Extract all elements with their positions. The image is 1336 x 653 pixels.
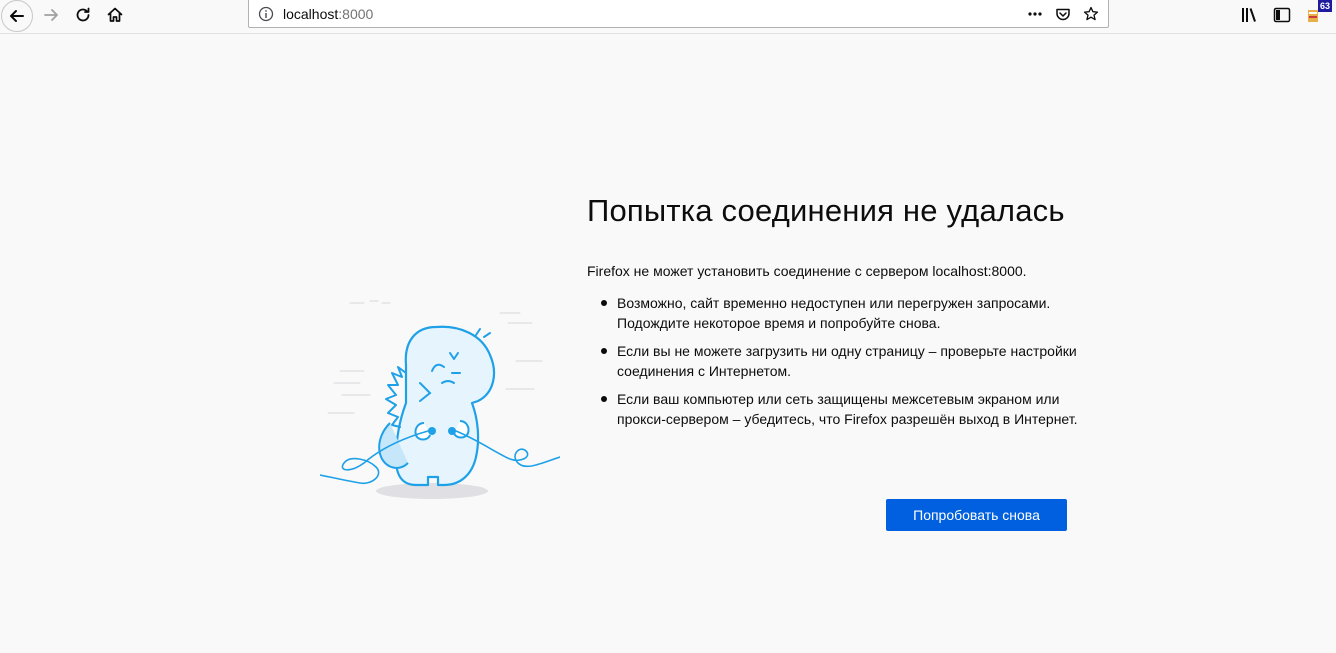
- pocket-icon: [1056, 8, 1070, 21]
- error-lead: Firefox не может установить соединение с…: [587, 263, 1027, 279]
- try-again-button[interactable]: Попробовать снова: [886, 499, 1067, 531]
- dinosaur-unplugged-illustration: [320, 300, 560, 499]
- reload-button[interactable]: [67, 1, 99, 29]
- error-tip: Возможно, сайт временно недоступен или п…: [601, 293, 1097, 333]
- page-actions-button[interactable]: [1024, 4, 1046, 24]
- sidebar-icon: [1273, 7, 1291, 23]
- sidebar-button[interactable]: [1270, 4, 1294, 26]
- page-actions: [1024, 4, 1102, 24]
- pocket-button[interactable]: [1052, 4, 1074, 24]
- url-host: localhost: [283, 6, 339, 22]
- info-icon[interactable]: [258, 6, 274, 22]
- error-tips-list: Возможно, сайт временно недоступен или п…: [599, 293, 1097, 437]
- addon-badge: 63: [1317, 0, 1332, 12]
- reload-icon: [76, 7, 90, 22]
- bookmark-button[interactable]: [1080, 4, 1102, 24]
- url-text[interactable]: localhost:8000: [283, 6, 373, 22]
- bullet-icon: [601, 300, 607, 306]
- error-tip-text: Если ваш компьютер или сеть защищены меж…: [617, 391, 1078, 427]
- home-icon: [107, 7, 123, 22]
- error-tip: Если ваш компьютер или сеть защищены меж…: [601, 389, 1097, 429]
- forward-button[interactable]: [35, 1, 67, 29]
- more-dots-icon: [1028, 12, 1042, 16]
- home-button[interactable]: [99, 1, 131, 29]
- star-icon: [1083, 6, 1099, 21]
- browser-toolbar: localhost:8000 63: [0, 0, 1336, 34]
- arrow-right-icon: [44, 9, 58, 21]
- library-button[interactable]: [1238, 4, 1262, 26]
- error-tip: Если вы не можете загрузить ни одну стра…: [601, 341, 1097, 381]
- library-icon: [1242, 8, 1256, 22]
- bullet-icon: [601, 396, 607, 402]
- right-toolbar: 63: [1238, 0, 1332, 26]
- error-tip-text: Если вы не можете загрузить ни одну стра…: [617, 343, 1077, 379]
- error-tip-text: Возможно, сайт временно недоступен или п…: [617, 295, 1051, 331]
- url-port: :8000: [338, 6, 374, 22]
- arrow-left-icon: [10, 10, 24, 22]
- error-page: Попытка соединения не удалась Firefox не…: [0, 35, 1336, 653]
- url-bar[interactable]: localhost:8000: [248, 0, 1109, 28]
- back-button[interactable]: [1, 0, 33, 32]
- bullet-icon: [601, 348, 607, 354]
- addon-button[interactable]: 63: [1302, 0, 1332, 26]
- error-title: Попытка соединения не удалась: [587, 193, 1065, 228]
